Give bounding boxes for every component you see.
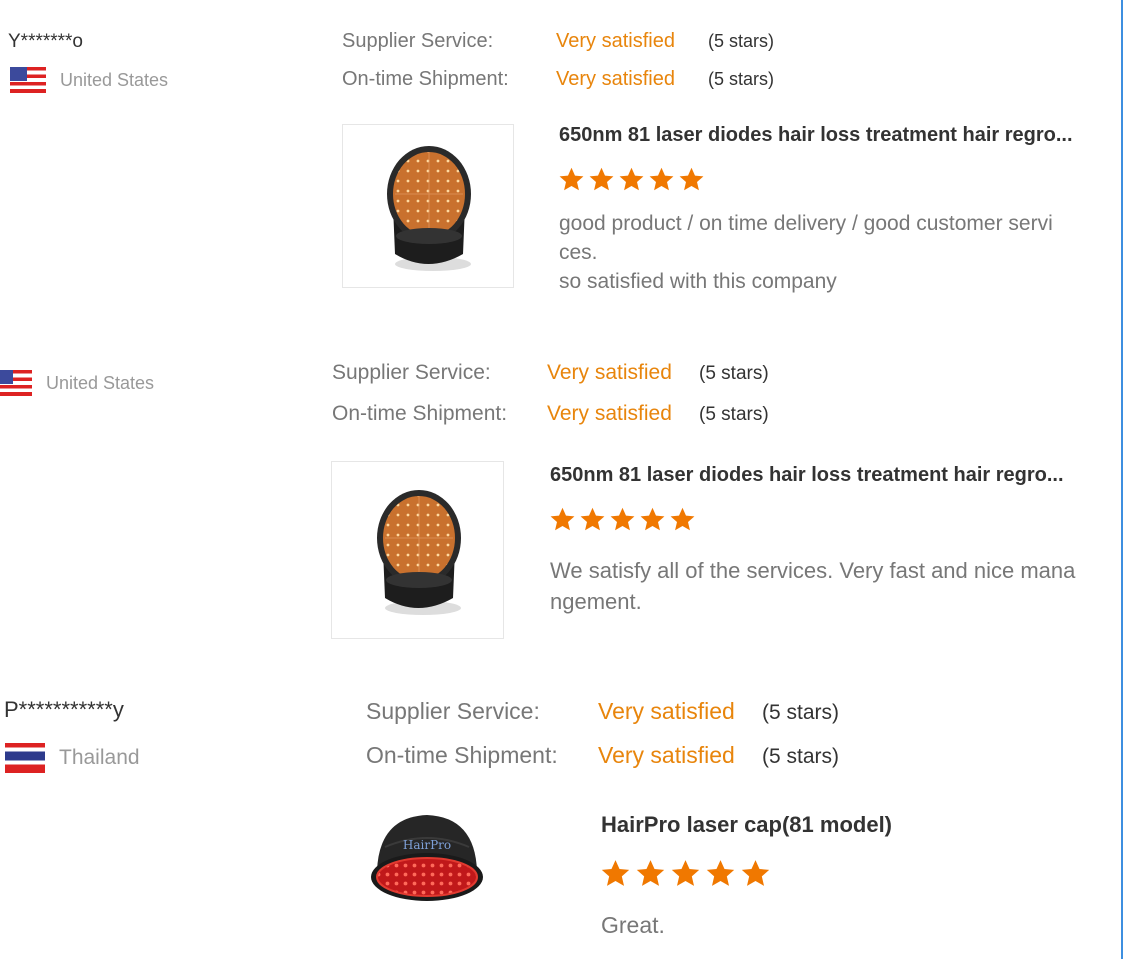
shipment-value: Very satisfied xyxy=(598,742,735,768)
star-icon xyxy=(618,166,645,193)
product-title[interactable]: 650nm 81 laser diodes hair loss treatmen… xyxy=(559,124,1073,147)
star-icon xyxy=(579,506,606,533)
review-comment: good product / on time delivery / good c… xyxy=(559,209,1053,296)
product-star-rating xyxy=(600,858,771,889)
country-name: Thailand xyxy=(59,746,140,769)
comment-line: good product / on time delivery / good c… xyxy=(559,212,1053,235)
product-star-rating xyxy=(549,506,696,533)
shipment-label: On-time Shipment: xyxy=(342,68,509,90)
product-title[interactable]: 650nm 81 laser diodes hair loss treatmen… xyxy=(550,464,1064,487)
supplier-service-label: Supplier Service: xyxy=(332,361,491,384)
country-name: United States xyxy=(60,69,169,90)
product-thumbnail[interactable] xyxy=(342,124,514,288)
supplier-service-value: Very satisfied xyxy=(547,361,672,384)
star-icon xyxy=(600,858,631,889)
supplier-service-stars-text: (5 stars) xyxy=(699,363,769,384)
comment-line: ngement. xyxy=(550,589,642,614)
star-icon xyxy=(669,506,696,533)
comment-line: Great. xyxy=(601,912,665,938)
buyer-name: Y*******o xyxy=(8,31,83,52)
shipment-value: Very satisfied xyxy=(556,68,675,90)
star-icon xyxy=(588,166,615,193)
star-icon xyxy=(705,858,736,889)
laser-helmet-image xyxy=(387,146,471,271)
thailand-flag-icon xyxy=(5,743,45,773)
comment-line: ces. xyxy=(559,241,598,264)
buyer-country: Thailand xyxy=(5,743,140,773)
product-thumbnail[interactable]: HairPro xyxy=(362,805,492,913)
star-icon xyxy=(648,166,675,193)
country-name: United States xyxy=(46,372,155,393)
shipment-rating: On-time Shipment: Very satisfied (5 star… xyxy=(332,402,769,426)
supplier-service-rating: Supplier Service: Very satisfied (5 star… xyxy=(366,698,839,725)
star-icon xyxy=(558,166,585,193)
star-icon xyxy=(678,166,705,193)
laser-helmet-image xyxy=(376,490,461,615)
shipment-label: On-time Shipment: xyxy=(366,742,558,768)
supplier-service-value: Very satisfied xyxy=(598,698,735,724)
review-comment: Great. xyxy=(601,910,665,940)
us-flag-icon xyxy=(10,67,46,93)
shipment-value: Very satisfied xyxy=(547,402,672,425)
laser-cap-image: HairPro xyxy=(371,815,483,901)
star-icon xyxy=(635,858,666,889)
cap-logo-text: HairPro xyxy=(403,838,451,852)
comment-line: We satisfy all of the services. Very fas… xyxy=(550,558,1076,583)
supplier-service-rating: Supplier Service: Very satisfied (5 star… xyxy=(332,361,769,385)
buyer-name: P***********y xyxy=(4,697,124,722)
supplier-service-stars-text: (5 stars) xyxy=(708,31,775,51)
shipment-stars-text: (5 stars) xyxy=(708,69,775,89)
buyer-country: United States xyxy=(0,370,154,396)
shipment-stars-text: (5 stars) xyxy=(762,745,840,768)
review-card: Y*******o United States Supplier Service… xyxy=(0,0,1120,310)
supplier-service-label: Supplier Service: xyxy=(366,698,540,724)
buyer-country: United States xyxy=(10,67,168,93)
right-edge-border xyxy=(1121,0,1123,959)
star-icon xyxy=(740,858,771,889)
shipment-label: On-time Shipment: xyxy=(332,402,508,425)
shipment-rating: On-time Shipment: Very satisfied (5 star… xyxy=(342,68,774,91)
product-title[interactable]: HairPro laser cap(81 model) xyxy=(601,812,892,838)
star-icon xyxy=(639,506,666,533)
review-comment: We satisfy all of the services. Very fas… xyxy=(550,555,1075,617)
star-icon xyxy=(609,506,636,533)
supplier-service-value: Very satisfied xyxy=(556,30,675,52)
product-thumbnail[interactable] xyxy=(331,461,504,639)
us-flag-icon xyxy=(0,370,32,396)
supplier-service-label: Supplier Service: xyxy=(342,30,494,52)
product-star-rating xyxy=(558,166,705,193)
star-icon xyxy=(549,506,576,533)
review-card: P***********y Thailand Supplier Service:… xyxy=(0,670,1120,959)
review-card: United States Supplier Service: Very sat… xyxy=(0,330,1120,650)
comment-line: so satisfied with this company xyxy=(559,270,837,293)
star-icon xyxy=(670,858,701,889)
supplier-service-rating: Supplier Service: Very satisfied (5 star… xyxy=(342,30,774,53)
shipment-stars-text: (5 stars) xyxy=(699,404,769,425)
supplier-service-stars-text: (5 stars) xyxy=(762,701,840,724)
shipment-rating: On-time Shipment: Very satisfied (5 star… xyxy=(366,742,839,769)
